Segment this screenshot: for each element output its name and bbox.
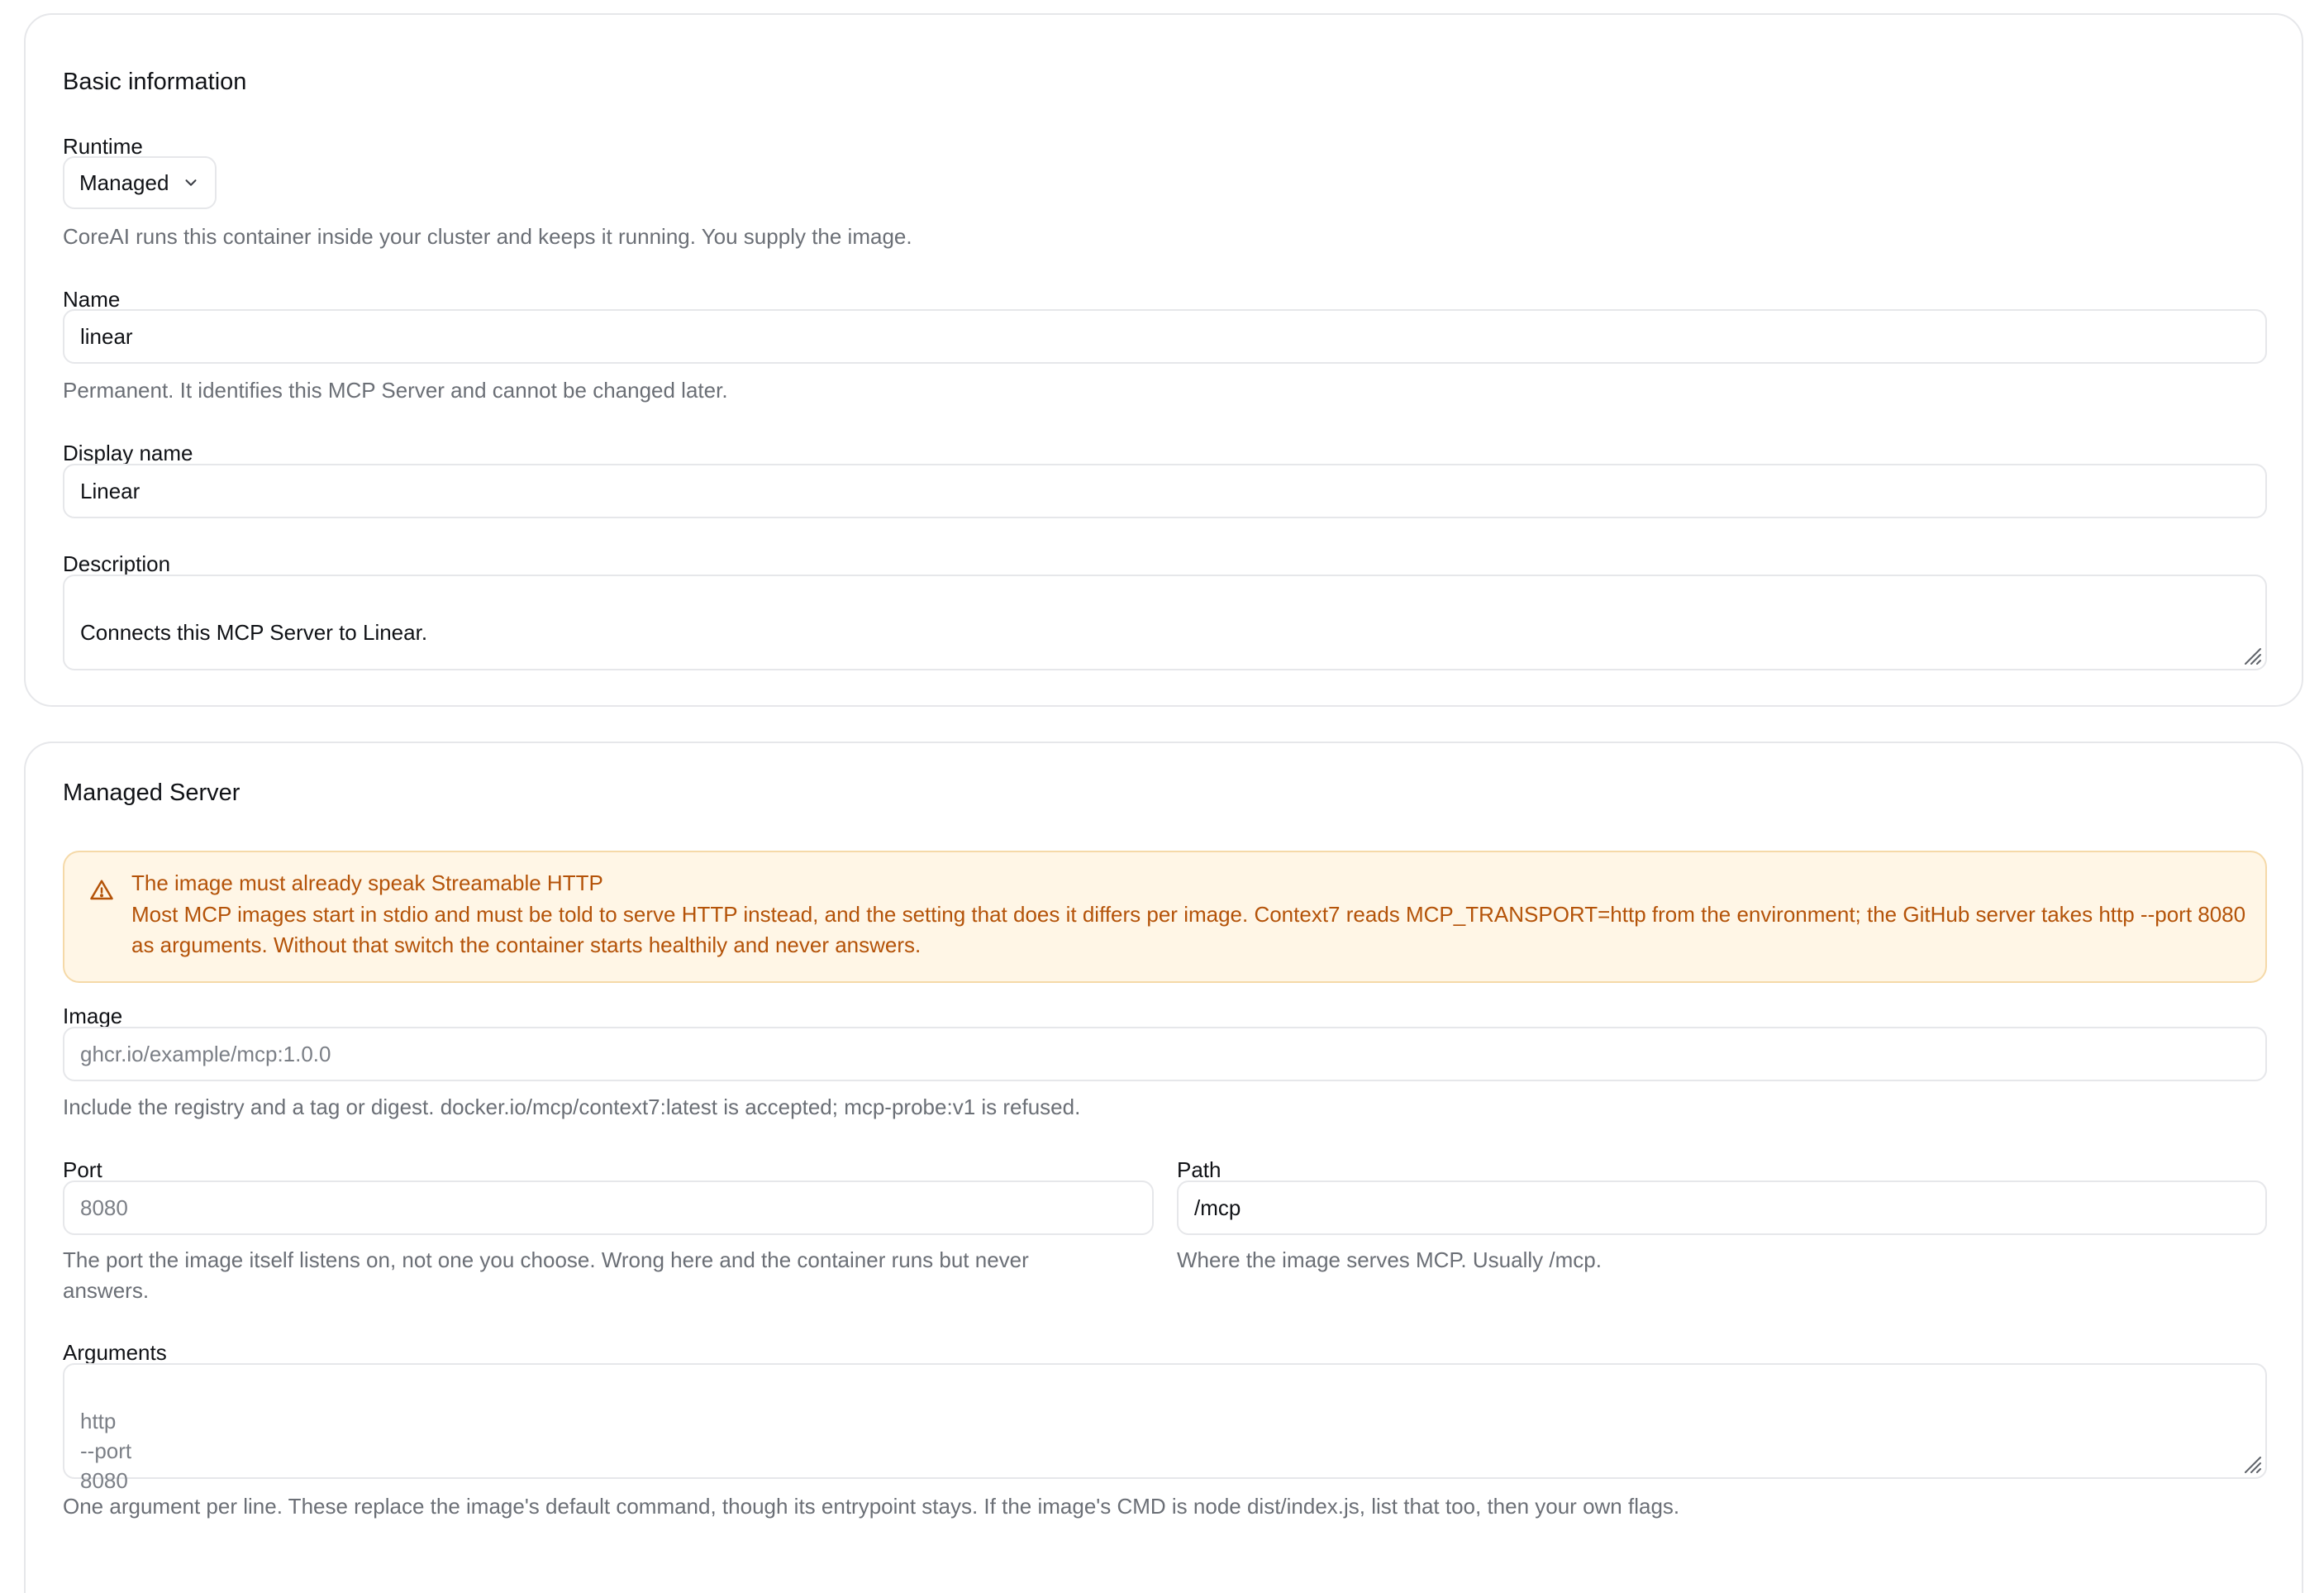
port-help-text: The port the image itself listens on, no… [63, 1247, 1029, 1303]
warning-triangle-icon [90, 880, 113, 900]
alert-body: Most MCP images start in stdio and must … [131, 902, 2246, 957]
managed-server-title: Managed Server [63, 780, 240, 806]
resize-grip-icon[interactable] [2241, 1452, 2262, 1474]
basic-information-title: Basic information [63, 69, 247, 95]
path-label: Path [1177, 1157, 1222, 1182]
image-input[interactable]: ghcr.io/example/mcp:1.0.0 [63, 1027, 2267, 1081]
display-name-input[interactable]: Linear [63, 464, 2267, 518]
chevron-down-icon [182, 174, 200, 192]
image-help-text: Include the registry and a tag or digest… [63, 1095, 1081, 1119]
description-textarea[interactable]: Connects this MCP Server to Linear. [63, 575, 2267, 670]
streamable-http-alert: The image must already speak Streamable … [63, 851, 2267, 983]
port-input[interactable]: 8080 [63, 1180, 1154, 1235]
arguments-label: Arguments [63, 1340, 167, 1365]
arguments-help-text: One argument per line. These replace the… [63, 1494, 1680, 1519]
resize-grip-icon[interactable] [2241, 644, 2262, 665]
basic-information-card: Basic information Runtime Managed CoreAI… [24, 13, 2303, 707]
description-text: Connects this MCP Server to Linear. [80, 620, 428, 645]
port-label: Port [63, 1157, 102, 1182]
alert-title: The image must already speak Streamable … [131, 870, 603, 895]
runtime-select[interactable]: Managed [63, 156, 217, 209]
arguments-textarea[interactable]: http --port 8080 [63, 1363, 2267, 1493]
name-help-text: Permanent. It identifies this MCP Server… [63, 378, 728, 403]
name-input[interactable]: linear [63, 309, 2267, 364]
description-label: Description [63, 551, 171, 576]
display-name-label: Display name [63, 441, 193, 465]
path-help-text: Where the image serves MCP. Usually /mcp… [1177, 1247, 1602, 1272]
managed-server-card: Managed Server The image must already sp… [24, 742, 2303, 1593]
image-label: Image [63, 1004, 123, 1028]
runtime-select-value: Managed [79, 169, 169, 195]
arguments-placeholder: http --port 8080 [80, 1409, 132, 1493]
path-input[interactable]: /mcp [1177, 1180, 2267, 1235]
runtime-help-text: CoreAI runs this container inside your c… [63, 224, 912, 249]
